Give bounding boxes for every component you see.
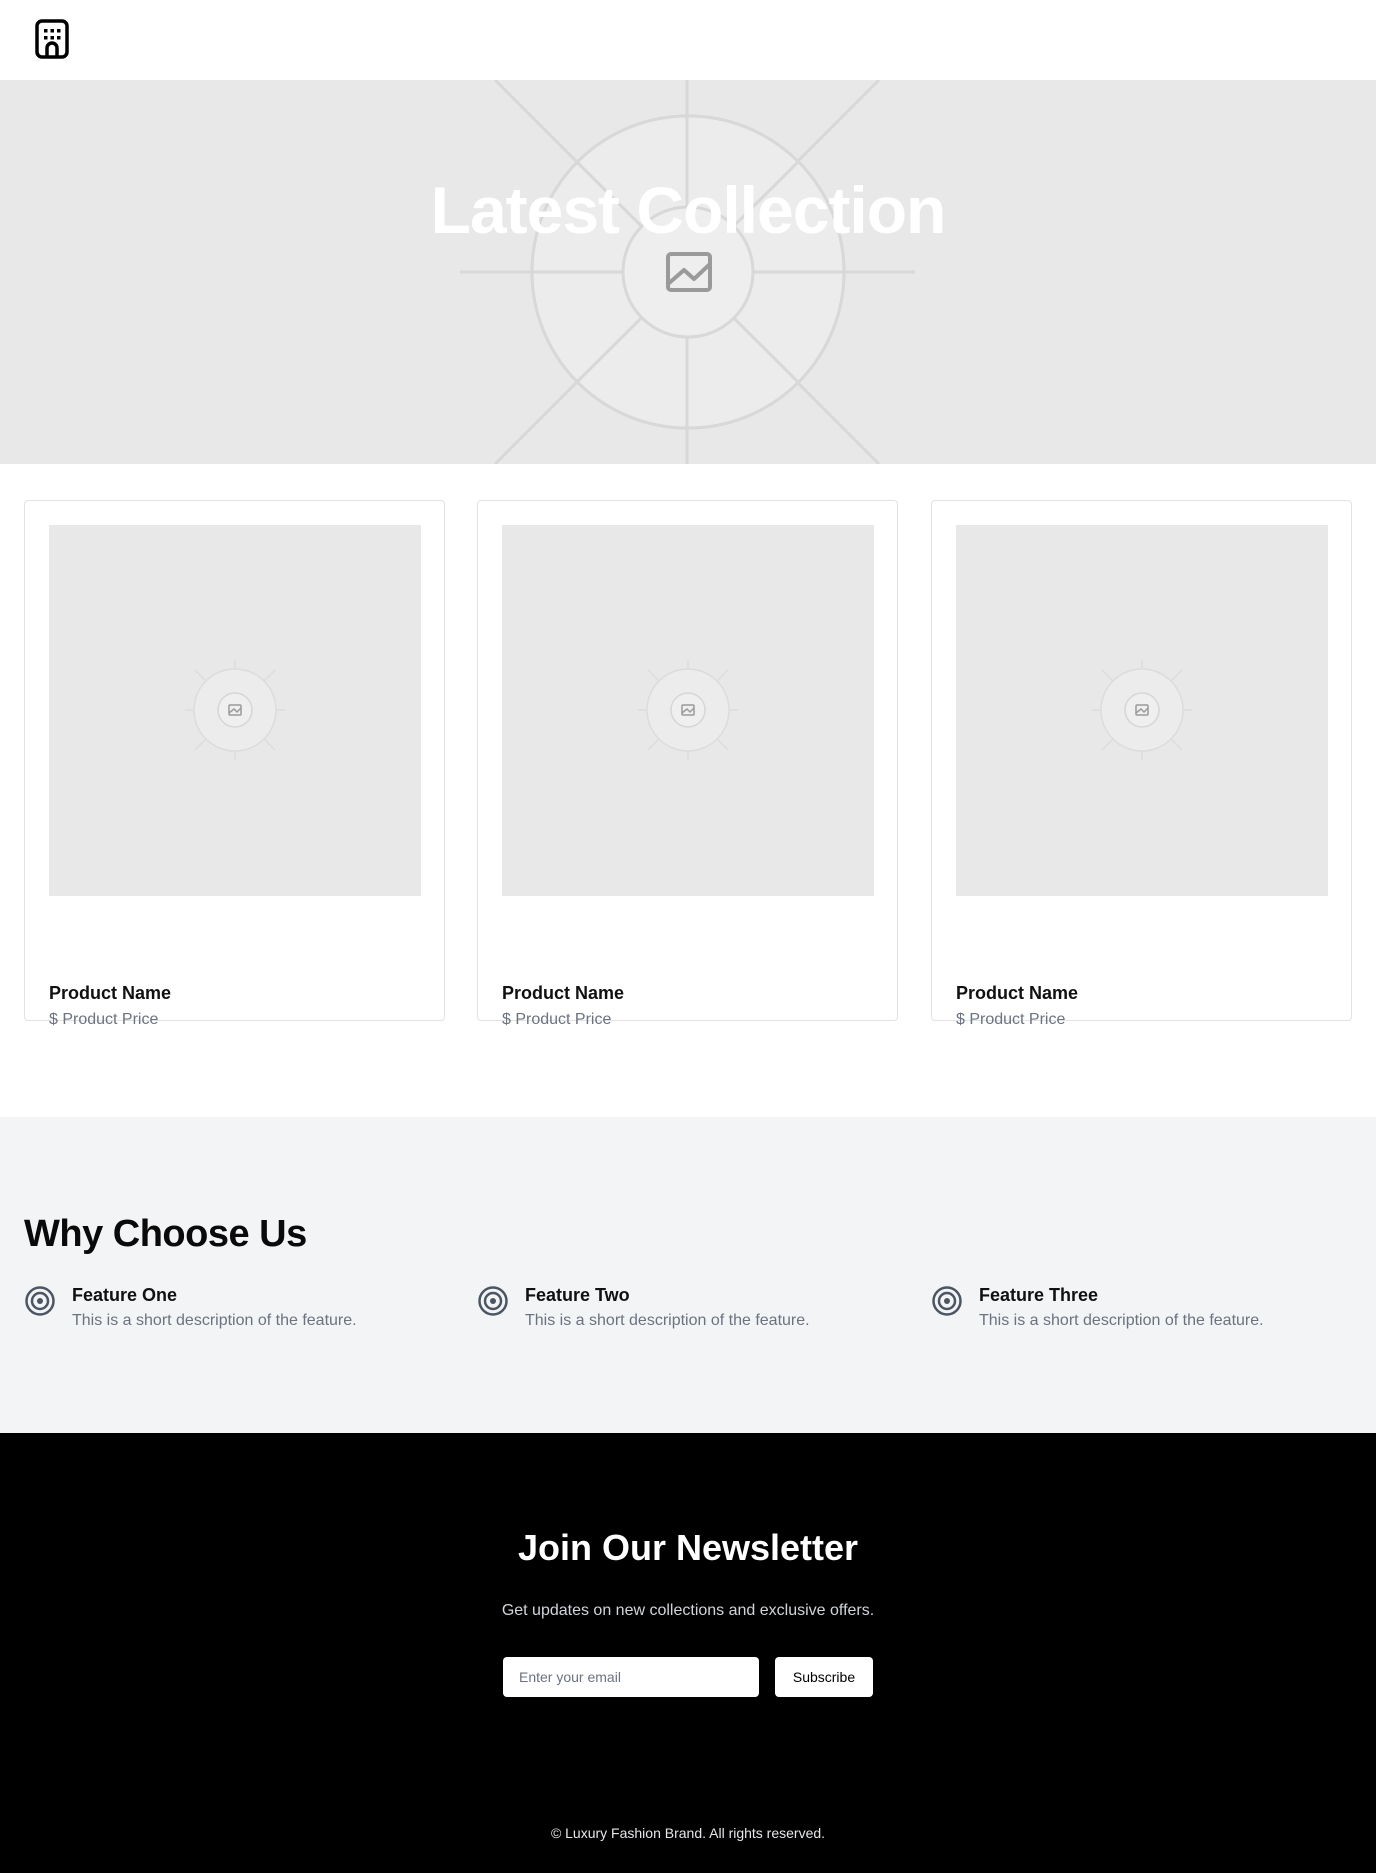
feature-item: Feature One This is a short description … <box>24 1285 444 1345</box>
hero-title: Latest Collection <box>430 173 947 247</box>
copyright-text: © Luxury Fashion Brand. All rights reser… <box>550 1825 826 1841</box>
site-header <box>0 0 1376 80</box>
product-price: $ Product Price <box>502 1011 612 1028</box>
hero-banner: Latest Collection <box>0 80 1376 464</box>
product-image[interactable] <box>502 525 874 896</box>
feature-description: This is a short description of the featu… <box>525 1312 810 1329</box>
email-field[interactable] <box>503 1657 759 1697</box>
product-image[interactable] <box>956 525 1328 896</box>
product-name[interactable]: Product Name <box>502 983 624 1004</box>
product-card[interactable]: Product Name $ Product Price <box>931 500 1352 1028</box>
target-icon <box>932 1286 962 1316</box>
newsletter-title: Join Our Newsletter <box>517 1527 859 1568</box>
product-image[interactable] <box>49 525 421 896</box>
product-card[interactable]: Product Name $ Product Price <box>24 500 445 1028</box>
features-section: Why Choose Us Feature One This is a shor… <box>0 1117 1376 1433</box>
feature-description: This is a short description of the featu… <box>72 1312 357 1329</box>
newsletter-subtitle: Get updates on new collections and exclu… <box>501 1602 875 1619</box>
product-card[interactable]: Product Name $ Product Price <box>477 500 898 1028</box>
image-placeholder-icon <box>638 660 738 760</box>
feature-title: Feature Three <box>979 1285 1099 1305</box>
feature-title: Feature Two <box>525 1285 630 1305</box>
target-icon <box>25 1286 55 1316</box>
product-name[interactable]: Product Name <box>49 983 171 1004</box>
building-icon[interactable] <box>34 18 70 60</box>
feature-item: Feature Three This is a short descriptio… <box>931 1285 1351 1345</box>
newsletter-section: Join Our Newsletter Get updates on new c… <box>0 1433 1376 1873</box>
product-name[interactable]: Product Name <box>956 983 1078 1004</box>
image-placeholder-icon <box>1092 660 1192 760</box>
image-placeholder-icon <box>185 660 285 760</box>
product-price: $ Product Price <box>49 1011 159 1028</box>
subscribe-button[interactable]: Subscribe <box>775 1657 873 1697</box>
feature-item: Feature Two This is a short description … <box>477 1285 897 1345</box>
features-title: Why Choose Us <box>24 1213 307 1255</box>
product-grid: Product Name $ Product Price Product Nam… <box>0 464 1376 1117</box>
product-price: $ Product Price <box>956 1011 1066 1028</box>
feature-description: This is a short description of the featu… <box>979 1312 1264 1329</box>
feature-title: Feature One <box>72 1285 178 1305</box>
target-icon <box>478 1286 508 1316</box>
image-placeholder-icon <box>460 80 915 464</box>
